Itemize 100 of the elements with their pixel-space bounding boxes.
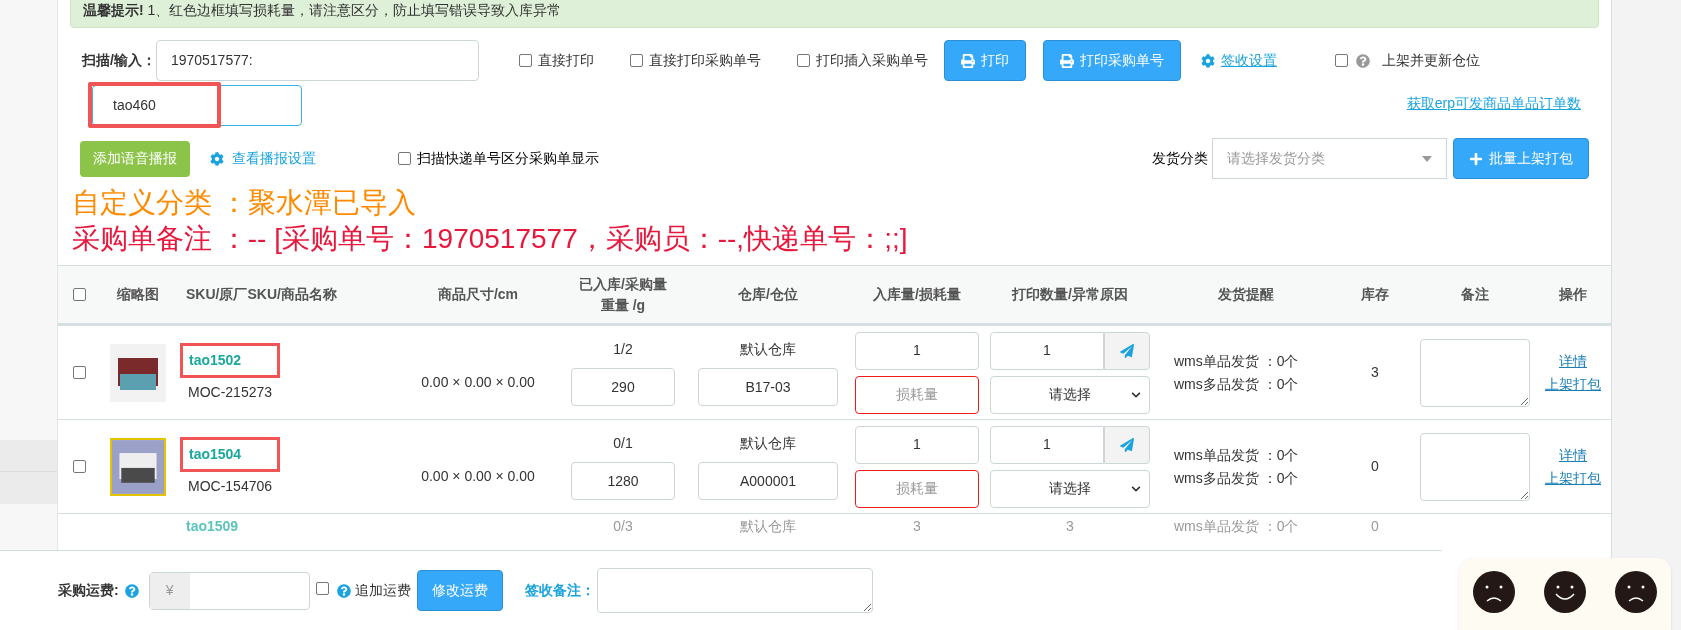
inbound-field[interactable]: 1 bbox=[855, 425, 979, 464]
loss-field[interactable]: 损耗量 bbox=[855, 375, 979, 414]
send-button[interactable] bbox=[1104, 331, 1150, 370]
action-link[interactable]: 详情 bbox=[1559, 444, 1587, 466]
paper-plane-icon bbox=[1120, 343, 1134, 358]
face-icon bbox=[1613, 570, 1658, 614]
location-field[interactable]: A000001 bbox=[698, 462, 838, 500]
column-header: 操作 bbox=[1559, 285, 1587, 304]
action-link[interactable]: 上架打包 bbox=[1545, 373, 1601, 395]
sign-remark-field[interactable] bbox=[596, 568, 873, 613]
shipping-reminder: wms单品发货 ：0个 bbox=[1174, 351, 1300, 371]
remark-field[interactable] bbox=[1420, 432, 1530, 501]
extra-freight-label: 追加运费 bbox=[354, 581, 411, 600]
help-icon bbox=[336, 583, 351, 598]
checkbox[interactable] bbox=[518, 54, 532, 67]
shipping-reminder: wms单品发货 ：0个 bbox=[1174, 517, 1299, 534]
checkbox[interactable] bbox=[796, 54, 810, 67]
sign-remark-label: 签收备注： bbox=[524, 581, 595, 600]
quantity-text: 1/2 bbox=[613, 340, 633, 359]
plus-icon bbox=[1469, 151, 1483, 166]
face-icon bbox=[1543, 570, 1587, 614]
reason-select[interactable]: 请选择 bbox=[990, 469, 1150, 508]
column-header: SKU/原厂SKU/商品名称 bbox=[186, 285, 337, 304]
printer-icon bbox=[1059, 53, 1074, 68]
print-quantity-field[interactable]: 1 bbox=[990, 425, 1104, 464]
sku-field[interactable]: tao460 bbox=[92, 85, 302, 126]
modify-freight-button[interactable]: 修改运费 bbox=[416, 570, 503, 611]
stock-text: 3 bbox=[1371, 364, 1379, 380]
batch-shelf-button[interactable]: 批量上架打包 bbox=[1453, 138, 1589, 179]
checkbox[interactable] bbox=[398, 152, 411, 165]
broadcast-settings-link[interactable]: 查看播报设置 bbox=[232, 148, 316, 169]
option-label: 直接打印采购单号 bbox=[648, 51, 761, 70]
action-link[interactable]: 详情 bbox=[1559, 350, 1587, 372]
checkbox[interactable] bbox=[72, 460, 86, 473]
weight-field[interactable]: 1280 bbox=[571, 462, 675, 500]
send-button[interactable] bbox=[1104, 425, 1150, 464]
inbound-field[interactable]: 1 bbox=[855, 331, 979, 370]
inbound-field[interactable]: 3 bbox=[913, 517, 921, 534]
purchase-remark-text: 采购单备注 ：-- [采购单号：1970517577，采购员：--,快递单号：;;] bbox=[72, 222, 909, 256]
freight-field[interactable]: ¥ bbox=[148, 571, 310, 610]
warehouse-text: 默认仓库 bbox=[740, 340, 796, 359]
column-header: 库存 bbox=[1361, 285, 1389, 304]
column-header: 发货提醒 bbox=[1218, 285, 1274, 304]
loss-field[interactable]: 损耗量 bbox=[855, 469, 979, 508]
shipping-reminder: wms单品发货 ：0个 bbox=[1174, 445, 1300, 465]
quantity-text: 0/1 bbox=[613, 434, 633, 453]
reason-select[interactable]: 请选择 bbox=[990, 375, 1150, 414]
column-header: 缩略图 bbox=[117, 285, 159, 304]
caret-icon bbox=[1422, 155, 1432, 162]
voice-broadcast-button[interactable]: 添加语音播报 bbox=[80, 140, 190, 177]
sku-link[interactable]: tao1502 bbox=[180, 342, 280, 378]
print-quantity-field[interactable]: 3 bbox=[1066, 517, 1074, 534]
size-text: 0.00 × 0.00 × 0.00 bbox=[421, 468, 535, 484]
stock-text: 0 bbox=[1371, 517, 1379, 534]
weight-field[interactable]: 290 bbox=[571, 368, 675, 406]
ship-category-label: 发货分类 bbox=[1152, 149, 1208, 168]
sku-link[interactable]: tao1504 bbox=[180, 436, 280, 472]
option-label: 直接打印 bbox=[537, 51, 594, 70]
sign-settings-link[interactable]: 签收设置 bbox=[1220, 50, 1277, 71]
ship-category-select[interactable]: 请选择发货分类 bbox=[1212, 138, 1447, 179]
location-field[interactable]: B17-03 bbox=[698, 368, 838, 406]
product-photo bbox=[110, 343, 166, 402]
column-header: 打印数量/异常原因 bbox=[1012, 285, 1128, 304]
option-label: 扫描快递单号区分采购单显示 bbox=[417, 149, 599, 168]
currency-symbol: ¥ bbox=[149, 572, 190, 609]
quantity-text: 0/3 bbox=[613, 517, 633, 534]
erp-link[interactable]: 获取erp可发商品单品订单数 bbox=[1406, 93, 1581, 114]
sku-link[interactable]: tao1509 bbox=[186, 517, 239, 534]
action-link[interactable]: 上架打包 bbox=[1545, 467, 1601, 489]
option-label: 打印插入采购单号 bbox=[815, 51, 928, 70]
checkbox[interactable] bbox=[72, 366, 86, 379]
checkbox[interactable] bbox=[1334, 54, 1348, 67]
option-label: 上架并更新仓位 bbox=[1381, 51, 1480, 70]
checkbox[interactable] bbox=[629, 54, 643, 67]
settings-icon bbox=[210, 151, 224, 166]
stock-text: 0 bbox=[1371, 458, 1379, 474]
print-quantity-field[interactable]: 1 bbox=[990, 331, 1104, 370]
scan-field[interactable]: 1970517577: bbox=[155, 40, 479, 81]
freight-label: 采购运费: bbox=[58, 581, 119, 600]
help-icon bbox=[1355, 53, 1370, 68]
warehouse-text: 默认仓库 bbox=[740, 434, 796, 453]
model-text: MOC-215273 bbox=[187, 382, 273, 402]
remark-field[interactable] bbox=[1420, 338, 1530, 407]
chevron-icon bbox=[1131, 389, 1141, 400]
print-button[interactable]: 打印采购单号 bbox=[1042, 40, 1181, 81]
warehouse-text: 默认仓库 bbox=[740, 517, 796, 534]
shipping-reminder: wms多品发货 ：0个 bbox=[1174, 468, 1300, 488]
print-button[interactable]: 打印 bbox=[943, 40, 1026, 81]
face-icon bbox=[1472, 570, 1517, 614]
column-header: 入库量/损耗量 bbox=[873, 285, 961, 304]
column-header: 已入库/采购量重量 /g bbox=[578, 274, 668, 315]
model-text: MOC-154706 bbox=[187, 476, 273, 496]
shipping-reminder: wms多品发货 ：0个 bbox=[1174, 374, 1300, 394]
chevron-icon bbox=[1131, 483, 1141, 494]
help-icon bbox=[124, 583, 139, 598]
checkbox[interactable] bbox=[315, 582, 329, 595]
column-header: 仓库/仓位 bbox=[738, 285, 798, 304]
select-all-checkbox[interactable] bbox=[72, 288, 86, 301]
notice-banner: 温馨提示! 1、红色边框填写损耗量，请注意区分，防止填写错误导致入库异常 bbox=[70, 0, 1599, 28]
column-header: 备注 bbox=[1461, 285, 1489, 304]
